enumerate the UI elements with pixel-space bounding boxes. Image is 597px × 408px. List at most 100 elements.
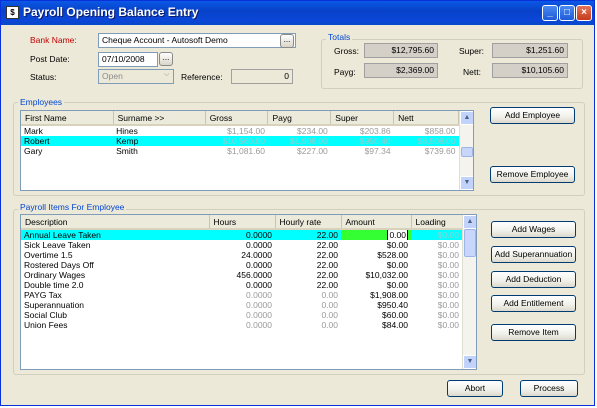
window-title: Payroll Opening Balance Entry — [23, 5, 199, 19]
table-row[interactable]: Rostered Days Off 0.0000 22.00 $0.00 $0.… — [21, 260, 462, 270]
remove-employee-button[interactable]: Remove Employee — [490, 166, 575, 183]
cell-gross: $1,081.60 — [227, 146, 265, 156]
employees-scrollbar[interactable]: ▲ ▼ — [459, 111, 473, 190]
cell-rate[interactable]: 22.00 — [275, 280, 341, 290]
cell-loading[interactable]: $0.00 — [411, 229, 462, 240]
cell-amount[interactable]: $1,908.00 — [341, 290, 411, 300]
cell-description: Double time 2.0 — [24, 280, 84, 290]
cell-rate: 0.00 — [321, 290, 338, 300]
scroll-thumb[interactable] — [461, 147, 473, 157]
add-superannuation-button[interactable]: Add Superannuation — [491, 246, 576, 263]
maximize-icon[interactable]: □ — [559, 5, 575, 21]
scroll-down-icon[interactable]: ▼ — [463, 355, 476, 369]
table-row[interactable]: Sick Leave Taken 0.0000 22.00 $0.00 $0.0… — [21, 240, 462, 250]
cell-amount[interactable]: $84.00 — [341, 320, 411, 330]
cell-amount[interactable]: $950.40 — [341, 300, 411, 310]
add-entitlement-button[interactable]: Add Entitlement — [491, 295, 576, 312]
cell-hours[interactable]: 0.0000 — [209, 280, 275, 290]
payroll-items-group-label: Payroll Items For Employee — [18, 202, 127, 212]
cell-rate[interactable]: 22.00 — [275, 240, 341, 250]
scroll-up-icon[interactable]: ▲ — [460, 111, 473, 125]
col-hours[interactable]: Hours — [209, 215, 276, 230]
abort-button[interactable]: Abort — [447, 380, 503, 397]
cell-rate[interactable]: 22.00 — [275, 260, 341, 270]
add-wages-button[interactable]: Add Wages — [491, 221, 576, 238]
cell-surname: Smith — [116, 146, 138, 156]
cell-rate[interactable]: 22.00 — [275, 250, 341, 260]
cell-hours[interactable]: 0.0000 — [209, 260, 275, 270]
col-first-name[interactable]: First Name — [21, 111, 114, 126]
col-amount[interactable]: Amount — [341, 215, 412, 230]
cell-hours[interactable]: 0.0000 — [209, 229, 275, 240]
cell-hours: 0.0000 — [246, 300, 272, 310]
table-row[interactable]: Double time 2.0 0.0000 22.00 $0.00 $0.00 — [21, 280, 462, 290]
table-row-selected[interactable]: Annual Leave Taken 0.0000 22.00 0.00 $0.… — [21, 229, 462, 240]
cell-hours[interactable]: 0.0000 — [209, 240, 275, 250]
table-row[interactable]: Ordinary Wages 456.0000 22.00 $10,032.00… — [21, 270, 462, 280]
cell-amount[interactable]: $60.00 — [341, 310, 411, 320]
cell-hours: 0.0000 — [246, 310, 272, 320]
cell-description: PAYG Tax — [24, 290, 62, 300]
col-hourly-rate[interactable]: Hourly rate — [275, 215, 342, 230]
scroll-down-icon[interactable]: ▼ — [460, 176, 473, 190]
cell-rate[interactable]: 22.00 — [275, 270, 341, 280]
items-scrollbar[interactable]: ▲ ▼ — [462, 215, 476, 369]
col-gross[interactable]: Gross — [205, 111, 269, 126]
col-surname[interactable]: Surname >> — [113, 111, 206, 126]
cell-amount[interactable]: $0.00 — [341, 260, 411, 270]
cell-loading[interactable]: $0.00 — [411, 280, 462, 290]
scroll-thumb[interactable] — [464, 229, 476, 257]
cell-rate[interactable]: 22.00 — [275, 229, 341, 240]
amount-edit-input[interactable]: 0.00 — [387, 229, 408, 240]
cell-loading[interactable]: $0.00 — [411, 240, 462, 250]
table-row[interactable]: Overtime 1.5 24.0000 22.00 $528.00 $0.00 — [21, 250, 462, 260]
cell-first: Gary — [24, 146, 43, 156]
add-employee-button[interactable]: Add Employee — [490, 107, 575, 124]
col-payg[interactable]: Payg — [267, 111, 332, 126]
employees-grid: First Name Surname >> Gross Payg Super N… — [20, 110, 474, 191]
table-row[interactable]: Union Fees 0.0000 0.00 $84.00 $0.00 — [21, 320, 462, 330]
cell-surname: Kemp — [113, 136, 206, 146]
cell-amount[interactable]: $0.00 — [341, 240, 411, 250]
scroll-up-icon[interactable]: ▲ — [463, 215, 476, 229]
table-row[interactable]: Social Club 0.0000 0.00 $60.00 $0.00 — [21, 310, 462, 320]
cell-gross: $1,154.00 — [227, 126, 265, 136]
date-picker-button[interactable]: ... — [159, 52, 173, 66]
cell-description: Ordinary Wages — [24, 270, 86, 280]
cell-payg: $1,908.00 — [267, 136, 331, 146]
status-select[interactable]: Open — [98, 69, 174, 84]
cell-loading[interactable]: $0.00 — [411, 250, 462, 260]
process-button[interactable]: Process — [520, 380, 578, 397]
table-row[interactable]: Superannuation 0.0000 0.00 $950.40 $0.00 — [21, 300, 462, 310]
cell-amount-editing[interactable]: 0.00 — [341, 229, 411, 240]
bank-lookup-button[interactable]: ... — [280, 34, 294, 48]
nett-total-value: $10,105.60 — [492, 63, 568, 78]
close-icon[interactable]: × — [576, 5, 592, 21]
bank-name-label: Bank Name: — [30, 35, 77, 45]
cell-amount[interactable]: $0.00 — [341, 280, 411, 290]
col-nett[interactable]: Nett — [393, 111, 459, 126]
col-loading[interactable]: Loading — [411, 215, 463, 230]
cell-loading[interactable]: $0.00 — [411, 270, 462, 280]
cell-loading[interactable]: $0.00 — [411, 260, 462, 270]
table-row[interactable]: Gary Smith $1,081.60 $227.00 $97.34 $739… — [21, 146, 459, 156]
minimize-icon[interactable]: _ — [542, 5, 558, 21]
bank-name-field[interactable]: Cheque Account - Autosoft Demo — [98, 33, 296, 48]
col-description[interactable]: Description — [21, 215, 210, 230]
post-date-field[interactable]: 07/10/2008 — [98, 52, 158, 67]
cell-first: Mark — [24, 126, 43, 136]
remove-item-button[interactable]: Remove Item — [491, 324, 576, 341]
table-row[interactable]: Mark Hines $1,154.00 $234.00 $203.86 $85… — [21, 125, 459, 136]
table-row[interactable]: PAYG Tax 0.0000 0.00 $1,908.00 $0.00 — [21, 290, 462, 300]
table-row-selected[interactable]: Robert Kemp $10,560.00 $1,908.00 $950.40… — [21, 136, 459, 146]
chevron-down-icon[interactable]: ⌵ — [164, 71, 169, 79]
cell-hours[interactable]: 24.0000 — [209, 250, 275, 260]
cell-description: Union Fees — [24, 320, 68, 330]
cell-super: $97.34 — [364, 146, 391, 156]
cell-hours[interactable]: 456.0000 — [209, 270, 275, 280]
col-super[interactable]: Super — [330, 111, 395, 126]
cell-amount[interactable]: $10,032.00 — [341, 270, 411, 280]
cell-amount[interactable]: $528.00 — [341, 250, 411, 260]
cell-loading: $0.00 — [437, 290, 459, 300]
add-deduction-button[interactable]: Add Deduction — [491, 271, 576, 288]
